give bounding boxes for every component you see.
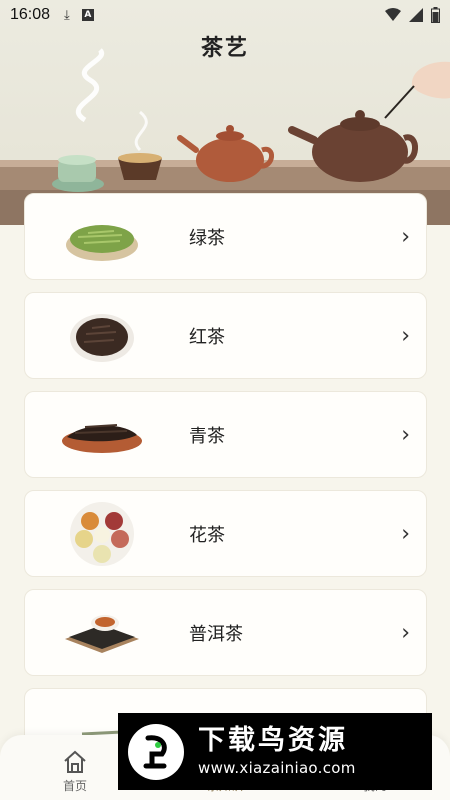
chevron-right-icon: › [401, 422, 410, 447]
chevron-right-icon: › [401, 323, 410, 348]
nav-label: 首页 [62, 779, 87, 793]
bird-logo-icon [128, 723, 184, 780]
tea-label: 普洱茶 [189, 623, 243, 645]
download-icon: ⤓ [64, 7, 70, 23]
tea-label: 花茶 [189, 524, 225, 546]
tea-label: 青茶 [189, 425, 225, 447]
flower-tea-thumb [47, 490, 157, 577]
tea-list: 绿茶 › 红茶 › 青茶 › 花茶 › 普洱茶 › [24, 193, 427, 787]
chevron-right-icon: › [401, 521, 410, 546]
watermark-title: 下载鸟资源 [198, 724, 348, 756]
tea-label: 红茶 [189, 326, 225, 348]
watermark-url: www.xiazainiao.com [198, 759, 356, 778]
oolong-tea-thumb [47, 391, 157, 478]
tea-card-oolong[interactable]: 青茶 › [24, 391, 427, 478]
green-tea-thumb [47, 193, 157, 280]
home-icon [64, 750, 86, 773]
black-tea-thumb [47, 292, 157, 379]
status-time: 16:08 [10, 6, 51, 23]
puer-tea-thumb [47, 589, 157, 676]
tea-card-flower[interactable]: 花茶 › [24, 490, 427, 577]
signal-icon [409, 8, 423, 22]
tea-card-black[interactable]: 红茶 › [24, 292, 427, 379]
a-icon: A [81, 9, 94, 21]
battery-icon [431, 7, 440, 23]
chevron-right-icon: › [401, 620, 410, 645]
tea-card-puer[interactable]: 普洱茶 › [24, 589, 427, 676]
nav-item-home[interactable]: 首页 [30, 749, 120, 794]
page-title: 茶艺 [200, 36, 249, 61]
watermark-banner: 下载鸟资源 www.xiazainiao.com [118, 713, 432, 790]
chevron-right-icon: › [401, 224, 410, 249]
tea-card-green[interactable]: 绿茶 › [24, 193, 427, 280]
wifi-icon [385, 8, 401, 21]
status-bar: 16:08 ⤓ A [0, 0, 450, 30]
tea-label: 绿茶 [189, 227, 225, 249]
